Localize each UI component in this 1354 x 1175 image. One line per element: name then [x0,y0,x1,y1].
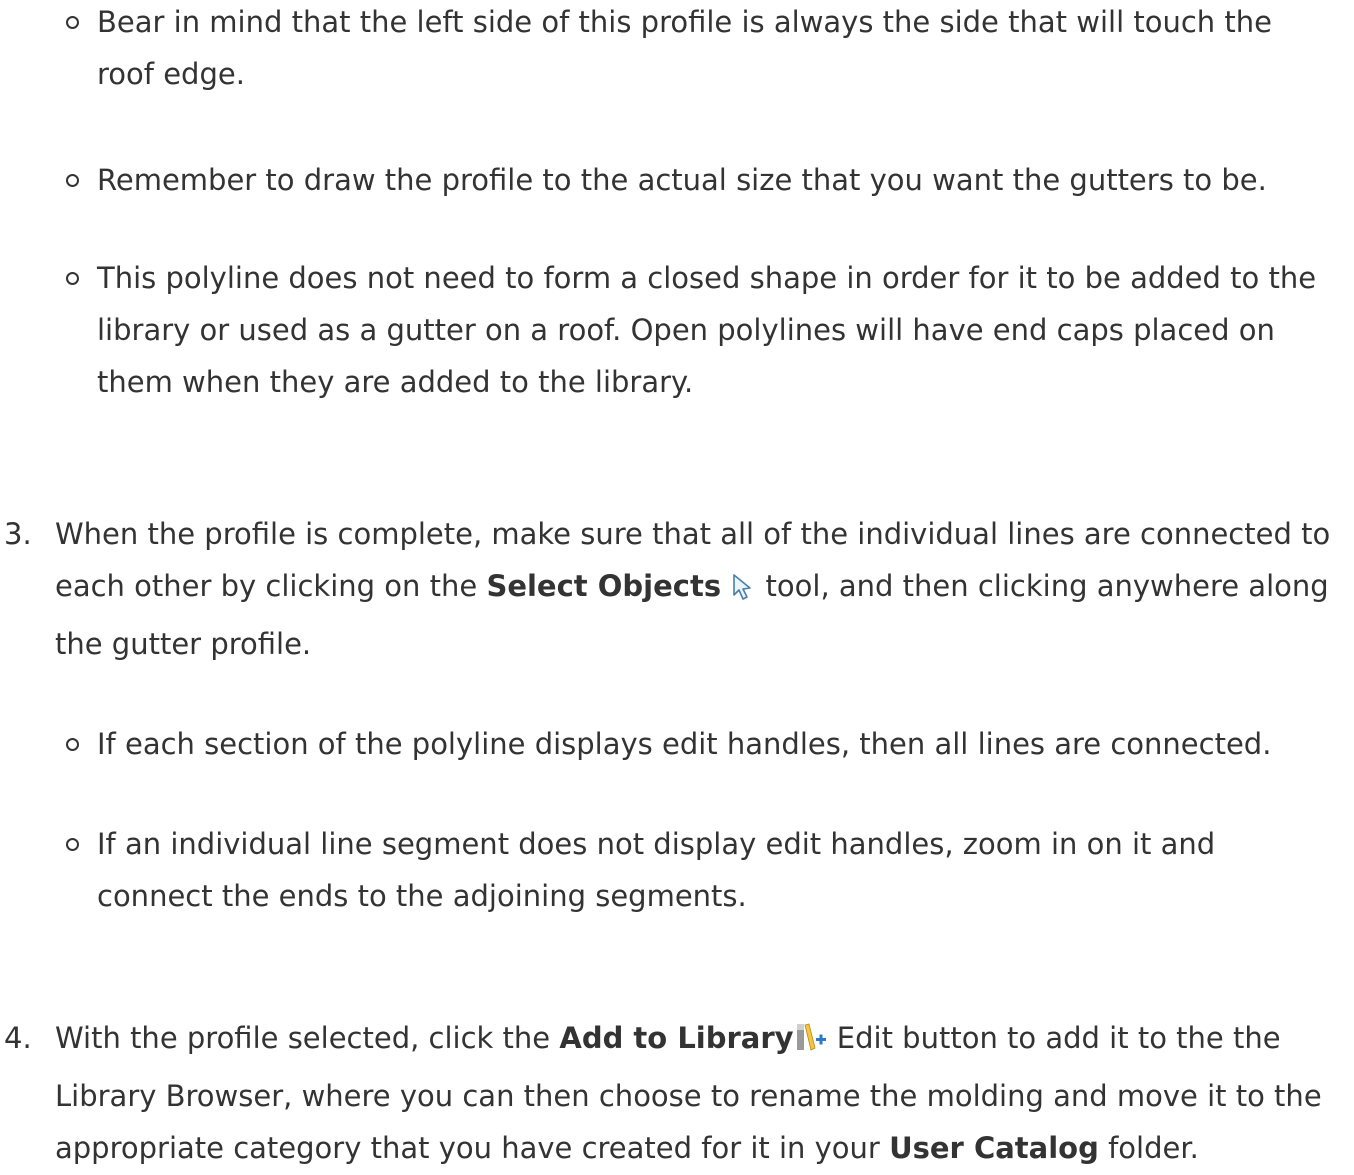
add-to-library-label: Add to Library [559,1021,794,1055]
bullet-text: Bear in mind that the left side of this … [97,5,1272,91]
list-item: If each section of the polyline displays… [66,718,1336,770]
step-number: 4. [4,1021,32,1055]
list-item: Remember to draw the profile to the actu… [66,154,1336,206]
bullet-text: This polyline does not need to form a cl… [97,261,1317,399]
add-to-library-icon [794,1018,828,1070]
step-text: With the profile selected, click the Add… [55,1012,1340,1174]
bullet-circle-icon [66,16,79,29]
bullet-text: If an individual line segment does not d… [97,827,1216,913]
step-3: 3. When the profile is complete, make su… [0,508,1340,670]
bullet-circle-icon [66,838,79,851]
list-item: Bear in mind that the left side of this … [66,0,1336,100]
bullet-circle-icon [66,272,79,285]
step-4: 4. With the profile selected, click the … [0,1012,1340,1174]
document-page: Bear in mind that the left side of this … [0,0,1354,1175]
list-item: This polyline does not need to form a cl… [66,252,1336,408]
step-text-part: folder. [1098,1131,1199,1165]
step-text-part: With the profile selected, click the [55,1021,560,1055]
list-item: If an individual line segment does not d… [66,818,1336,922]
step-text: When the profile is complete, make sure … [55,508,1340,670]
bullet-circle-icon [66,174,79,187]
bullet-text: If each section of the polyline displays… [97,727,1272,761]
user-catalog-label: User Catalog [889,1131,1099,1165]
bullet-circle-icon [66,738,79,751]
select-objects-label: Select Objects [486,569,722,603]
step-number: 3. [4,517,32,551]
bullet-text: Remember to draw the profile to the actu… [97,163,1267,197]
select-objects-arrow-icon [730,566,756,618]
